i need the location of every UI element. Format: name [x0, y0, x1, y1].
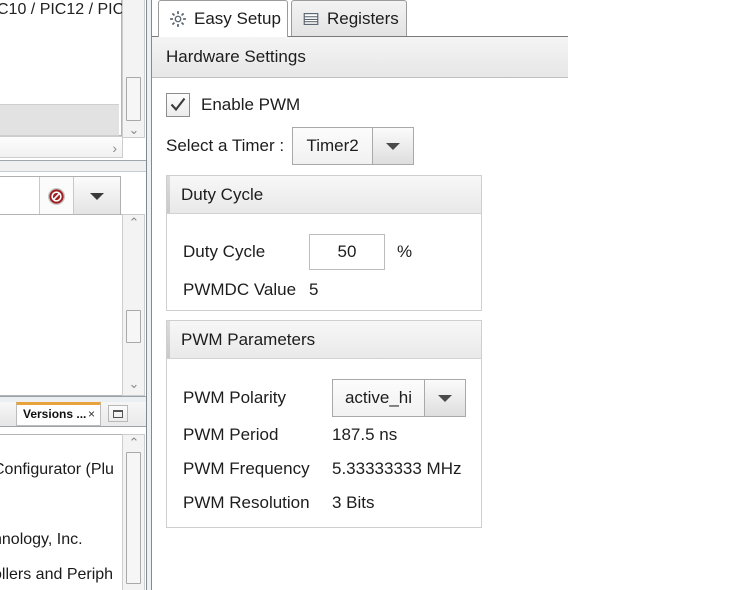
select-timer-row: Select a Timer : Timer2 [166, 127, 414, 165]
scroll-down-icon[interactable]: ⌄ [127, 377, 141, 391]
log-line: ollers and Periph [0, 566, 113, 584]
pwm-polarity-dropdown-button[interactable] [424, 379, 466, 417]
gear-icon [169, 10, 187, 28]
left-content-box[interactable] [0, 214, 123, 396]
chevron-down-icon [90, 193, 104, 200]
pwm-parameters-group-header: PWM Parameters [167, 321, 481, 359]
scroll-down-icon[interactable]: ⌄ [127, 125, 141, 135]
select-timer-dropdown-button[interactable] [372, 127, 414, 165]
pwm-polarity-row: PWM Polarity active_hi [183, 379, 466, 417]
log-line: hnology, Inc. [0, 531, 83, 549]
left-clipped-panel: C10 / PIC12 / PIC ⌄ › ⌃ ⌄ Versio [0, 0, 152, 590]
pwm-period-label: PWM Period [183, 425, 332, 445]
pwm-resolution-value: 3 Bits [332, 493, 375, 513]
tab-registers-label: Registers [327, 9, 399, 29]
select-timer-combobox[interactable]: Timer2 [292, 127, 414, 165]
pwm-period-row: PWM Period 187.5 ns [183, 425, 397, 445]
select-timer-value[interactable]: Timer2 [292, 127, 372, 165]
pwm-parameters-group-title: PWM Parameters [181, 330, 315, 350]
pwm-resolution-row: PWM Resolution 3 Bits [183, 493, 375, 513]
scroll-up-icon[interactable]: ⌃ [127, 437, 141, 449]
pwm-parameters-group: PWM Parameters PWM Polarity active_hi PW… [166, 320, 482, 528]
pwm-polarity-value[interactable]: active_hi [332, 379, 424, 417]
pwm-period-value: 187.5 ns [332, 425, 397, 445]
duty-cycle-group-header: Duty Cycle [167, 176, 481, 214]
duty-cycle-input[interactable]: 50 [309, 234, 385, 270]
checkmark-icon [169, 96, 187, 114]
tab-registers[interactable]: Registers [291, 0, 407, 36]
tab-easy-setup-label: Easy Setup [194, 9, 281, 29]
tab-bar: Easy Setup Registers [152, 0, 568, 36]
pwm-frequency-value: 5.33333333 MHz [332, 459, 461, 479]
pwm-polarity-label: PWM Polarity [183, 388, 332, 408]
bottom-tab-strip: Versions ... × [0, 402, 152, 427]
enable-pwm-label: Enable PWM [201, 95, 300, 115]
versions-log-vertical-scrollbar[interactable]: ⌃ [122, 434, 145, 590]
bottom-tab-partial[interactable] [0, 403, 17, 425]
select-timer-label: Select a Timer : [166, 136, 284, 156]
no-entry-cell[interactable] [39, 177, 74, 216]
enable-pwm-row[interactable]: Enable PWM [166, 93, 300, 117]
minimize-panel-button[interactable] [108, 405, 128, 422]
pwm-resolution-label: PWM Resolution [183, 493, 332, 513]
versions-log-box[interactable]: Configurator (Plu hnology, Inc. ollers a… [0, 434, 123, 590]
close-icon[interactable]: × [88, 407, 95, 421]
duty-cycle-field-row: Duty Cycle 50 % [183, 234, 412, 270]
scrollbar-thumb[interactable] [126, 310, 141, 343]
panel-separator [0, 160, 152, 172]
left-content-vertical-scrollbar[interactable]: ⌃ ⌄ [122, 214, 145, 396]
duty-cycle-group-title: Duty Cycle [181, 185, 263, 205]
device-tree-vertical-scrollbar[interactable]: ⌄ [122, 0, 145, 138]
scroll-up-icon[interactable]: ⌃ [127, 217, 141, 229]
bottom-tab-versions[interactable]: Versions ... × [16, 402, 101, 426]
scroll-right-icon[interactable]: › [112, 138, 117, 158]
duty-cycle-group: Duty Cycle Duty Cycle 50 % PWMDC Value 5 [166, 175, 482, 311]
log-line: Configurator (Plu [0, 461, 114, 479]
registers-icon [302, 10, 320, 28]
pwmdc-value-row: PWMDC Value 5 [183, 280, 318, 300]
bottom-tab-versions-label: Versions ... [23, 407, 86, 421]
no-entry-icon [47, 187, 66, 206]
hardware-settings-header: Hardware Settings [152, 36, 568, 78]
pwmdc-value: 5 [309, 280, 318, 300]
duty-cycle-label: Duty Cycle [183, 242, 309, 262]
pwm-frequency-row: PWM Frequency 5.33333333 MHz [183, 459, 461, 479]
easy-setup-pane: Easy Setup Registers Hardware Settings E… [152, 0, 738, 590]
enable-pwm-checkbox[interactable] [166, 93, 190, 117]
scrollbar-thumb[interactable] [126, 77, 141, 121]
scrollbar-thumb[interactable] [126, 452, 141, 584]
chevron-down-icon [386, 143, 400, 150]
device-tree-header-text: C10 / PIC12 / PIC [0, 1, 124, 19]
chevron-down-icon [438, 395, 452, 402]
tab-easy-setup[interactable]: Easy Setup [158, 0, 288, 37]
left-combobox[interactable] [0, 176, 121, 217]
device-tree-horizontal-scrollbar[interactable]: › [0, 136, 123, 158]
hardware-settings-title: Hardware Settings [166, 47, 306, 67]
minimize-icon [113, 410, 123, 418]
duty-cycle-unit: % [397, 242, 412, 262]
device-tree-selected-row[interactable] [0, 104, 119, 136]
pwm-polarity-combobox[interactable]: active_hi [332, 379, 466, 417]
pwmdc-value-label: PWMDC Value [183, 280, 309, 300]
left-combobox-dropdown-button[interactable] [73, 177, 120, 216]
pwm-frequency-label: PWM Frequency [183, 459, 332, 479]
